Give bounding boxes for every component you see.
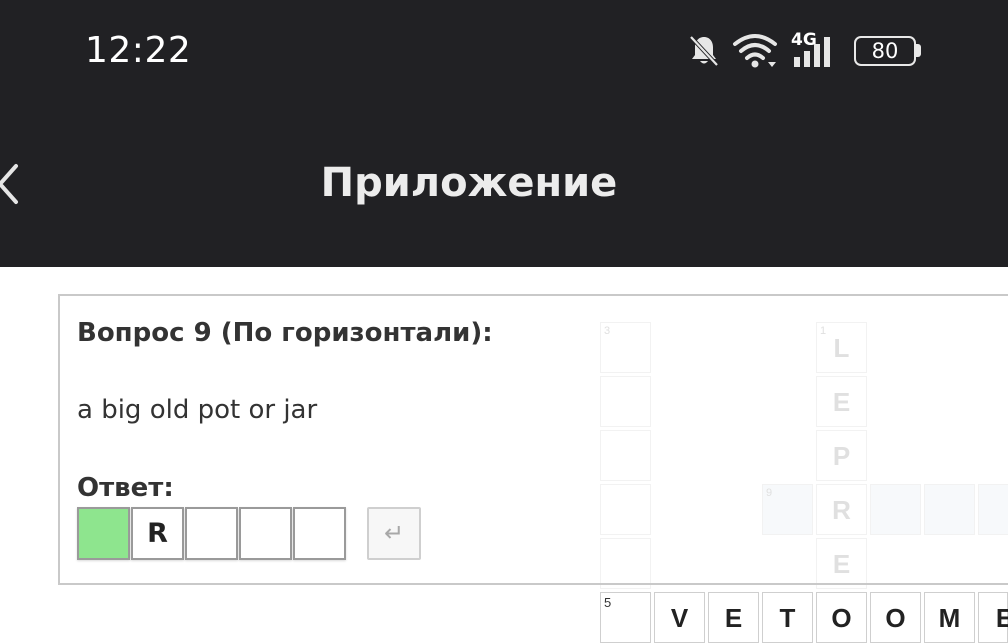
battery-level: 80: [871, 39, 899, 63]
grid-letter: E: [995, 603, 1008, 633]
submit-button[interactable]: ↵: [367, 507, 421, 560]
enter-icon: ↵: [383, 520, 405, 547]
grid-letter: T: [779, 603, 796, 633]
grid-cell[interactable]: O: [816, 592, 867, 643]
wifi-icon: [733, 34, 777, 68]
grid-cell[interactable]: E: [978, 592, 1008, 643]
page-title: Приложение: [320, 160, 618, 206]
signal-icon: [794, 37, 830, 67]
answer-cell[interactable]: R: [131, 507, 184, 560]
question-label: Вопрос 9 (По горизонтали):: [77, 318, 493, 348]
answer-cell[interactable]: [239, 507, 292, 560]
grid-cell[interactable]: O: [870, 592, 921, 643]
bell-muted-icon: [689, 35, 719, 67]
grid-cell[interactable]: V: [654, 592, 705, 643]
question-text: a big old pot or jar: [77, 395, 318, 425]
answer-cell[interactable]: [293, 507, 346, 560]
grid-letter: V: [670, 603, 689, 633]
battery-cap: [916, 44, 921, 57]
grid-letter: O: [885, 603, 906, 633]
answer-label: Ответ:: [77, 473, 174, 503]
grid-cell[interactable]: T: [762, 592, 813, 643]
grid-cell[interactable]: E: [708, 592, 759, 643]
answer-cell[interactable]: [77, 507, 130, 560]
grid-cell[interactable]: M: [924, 592, 975, 643]
status-time: 12:22: [85, 30, 192, 71]
grid-letter: M: [938, 603, 961, 633]
clue-number: 5: [604, 595, 612, 610]
grid-cell[interactable]: 5: [600, 592, 651, 643]
answer-cell[interactable]: [185, 507, 238, 560]
grid-letter: O: [831, 603, 852, 633]
grid-letter: E: [724, 603, 743, 633]
